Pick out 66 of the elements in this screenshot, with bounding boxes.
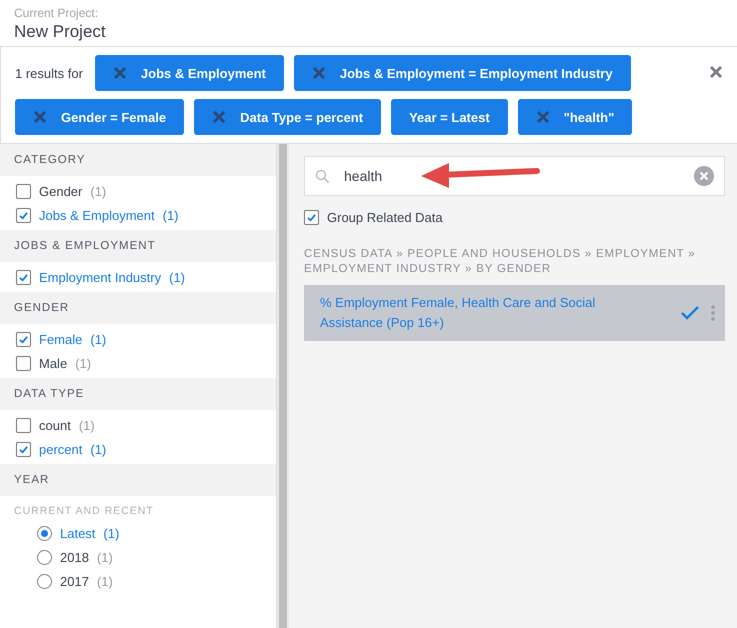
item-count: (1) <box>90 184 106 198</box>
filter-chip[interactable]: Jobs & Employment = Employment Industry <box>294 55 631 91</box>
search-input[interactable]: health <box>342 167 682 185</box>
check-icon <box>19 444 28 454</box>
search-icon <box>315 168 330 184</box>
radio-button[interactable] <box>37 526 52 540</box>
check-icon <box>19 210 28 220</box>
close-icon <box>112 66 127 80</box>
check-icon <box>19 272 28 282</box>
radio-button[interactable] <box>37 550 52 564</box>
section-header: YEAR <box>0 464 276 496</box>
result-item[interactable]: % Employment Female, Health Care and Social Assistance (Pop 16+) <box>304 285 725 341</box>
filter-chip[interactable]: Gender = Female <box>15 99 184 135</box>
filter-label[interactable]: Male <box>39 356 68 370</box>
checkbox[interactable] <box>16 184 31 198</box>
item-count: (1) <box>162 208 178 222</box>
filter-chip[interactable]: Year = Latest <box>391 99 508 135</box>
project-name: New Project <box>14 22 107 42</box>
checkbox[interactable] <box>16 442 31 456</box>
filter-label[interactable]: percent <box>39 442 82 456</box>
close-icon <box>709 64 723 78</box>
checkbox[interactable] <box>16 332 31 346</box>
item-count: (1) <box>90 332 106 346</box>
item-count: (1) <box>75 356 92 370</box>
filter-label[interactable]: 2018 <box>60 550 89 564</box>
section-header: CATEGORY <box>0 144 276 176</box>
close-icon <box>212 110 226 124</box>
checkbox[interactable] <box>16 208 31 222</box>
filter-label[interactable]: Employment Industry <box>39 270 162 284</box>
checkbox[interactable] <box>16 418 31 432</box>
section-header: GENDER <box>0 292 276 324</box>
section-header: JOBS & EMPLOYMENT <box>0 230 276 262</box>
checkbox[interactable] <box>304 210 319 225</box>
item-count: (1) <box>90 442 106 456</box>
filter-label[interactable]: Latest <box>60 526 96 540</box>
filter-chip[interactable]: Jobs & Employment <box>94 55 284 91</box>
filter-label[interactable]: Gender <box>39 184 82 198</box>
filter-chip[interactable]: Data Type = percent <box>194 99 382 135</box>
results-summary: 1 results for <box>15 66 83 80</box>
item-count: (1) <box>103 526 120 540</box>
filter-label[interactable]: count <box>39 418 71 432</box>
subsection-label: CURRENT AND RECENT <box>14 504 155 519</box>
section-header: DATA TYPE <box>0 378 276 410</box>
radio-button[interactable] <box>37 574 52 588</box>
item-count: (1) <box>78 418 95 432</box>
item-count: (1) <box>96 574 113 588</box>
scrollbar[interactable] <box>277 144 289 628</box>
checkbox[interactable] <box>16 356 31 370</box>
filter-chip[interactable]: "health" <box>518 99 632 135</box>
check-icon <box>681 306 699 320</box>
item-count: (1) <box>96 550 113 564</box>
checkbox[interactable] <box>16 270 31 284</box>
filter-label[interactable]: Female <box>39 332 82 346</box>
checkbox-label[interactable]: Group Related Data <box>327 210 443 225</box>
close-icon <box>33 110 47 124</box>
close-icon <box>536 110 550 124</box>
close-icon <box>312 66 326 80</box>
search-field[interactable]: health <box>304 156 725 196</box>
filter-label[interactable]: Jobs & Employment <box>39 208 155 222</box>
clear-search-icon[interactable] <box>694 166 714 186</box>
item-count: (1) <box>169 270 185 284</box>
breadcrumb: CENSUS DATA » PEOPLE AND HOUSEHOLDS » EMPLOYMENT » EMPLOYMENT INDUSTRY » BY GENDER <box>304 247 696 277</box>
project-caption: Current Project: <box>14 6 100 20</box>
filter-label[interactable]: 2017 <box>60 574 89 588</box>
check-icon <box>307 213 316 222</box>
check-icon <box>19 334 28 344</box>
